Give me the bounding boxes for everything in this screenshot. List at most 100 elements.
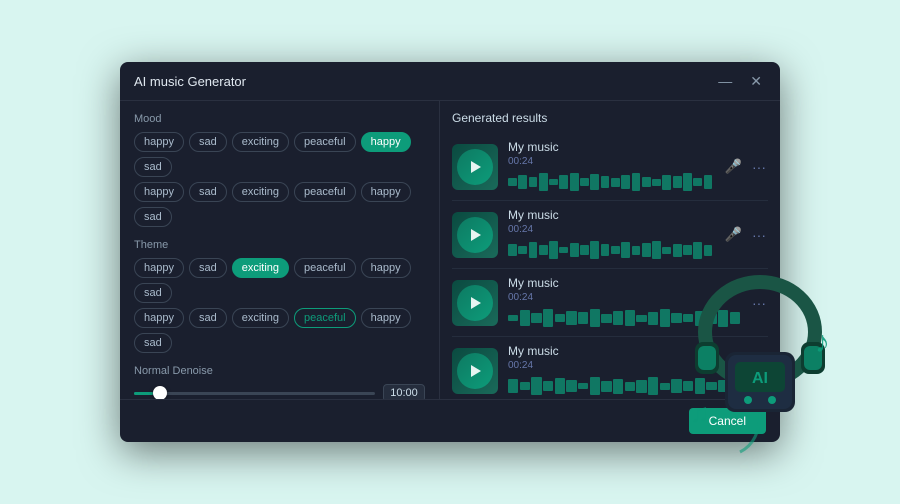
music-thumbnail — [452, 212, 498, 258]
waveform-bar — [570, 243, 579, 257]
mood-tag[interactable]: peaceful — [294, 182, 356, 202]
theme-tag-active[interactable]: exciting — [232, 258, 289, 278]
waveform-bar — [529, 177, 538, 187]
denoise-section: Normal Denoise 10:00 00:10 60:00 — [134, 365, 425, 399]
play-icon — [471, 365, 481, 377]
music-duration: 00:24 — [508, 360, 740, 371]
theme-tag[interactable]: happy — [134, 258, 184, 278]
mood-tag[interactable]: happy — [134, 132, 184, 152]
music-thumbnail — [452, 144, 498, 190]
music-actions: 🎤 ··· — [723, 224, 768, 245]
waveform-bar — [648, 312, 658, 325]
minimize-button[interactable]: — — [714, 72, 736, 90]
waveform-bar — [671, 313, 681, 323]
mood-row-2: happy sad exciting peaceful happy sad — [134, 182, 425, 227]
theme-tag[interactable]: sad — [189, 258, 227, 278]
waveform-bar — [704, 175, 713, 189]
waveform-bar — [673, 176, 682, 188]
waveform-bar — [543, 381, 553, 391]
music-thumbnail — [452, 280, 498, 326]
mood-tag[interactable]: peaceful — [294, 132, 356, 152]
music-name: My music — [508, 344, 740, 358]
waveform-bar — [570, 173, 579, 191]
ai-music-dialog: AI music Generator — ✕ Mood happy sad ex… — [120, 62, 780, 442]
waveform-bar — [671, 379, 681, 393]
left-panel: Mood happy sad exciting peaceful happy s… — [120, 101, 440, 399]
close-button[interactable]: ✕ — [746, 72, 766, 90]
denoise-label: Normal Denoise — [134, 365, 425, 377]
svg-text:♪: ♪ — [815, 326, 830, 359]
waveform-bar — [566, 380, 576, 392]
mood-tag[interactable]: exciting — [232, 182, 289, 202]
denoise-slider-thumb[interactable] — [153, 386, 167, 399]
music-actions: ··· — [750, 361, 768, 381]
waveform-bar — [518, 246, 527, 254]
mood-tag[interactable]: happy — [134, 182, 184, 202]
waveform-bar — [642, 177, 651, 187]
waveform-bar — [590, 241, 599, 259]
theme-tag[interactable]: sad — [189, 308, 227, 328]
denoise-value: 10:00 — [383, 384, 425, 399]
more-icon[interactable]: ··· — [750, 293, 768, 313]
more-icon[interactable]: ··· — [750, 157, 768, 177]
mood-label: Mood — [134, 113, 425, 125]
waveform-bar — [520, 310, 530, 326]
waveform-bar — [636, 380, 646, 393]
music-thumb-inner — [457, 353, 493, 389]
waveform-bar — [601, 176, 610, 188]
mic-icon[interactable]: 🎤 — [723, 156, 744, 177]
theme-row-2: happy sad exciting peaceful happy sad — [134, 308, 425, 353]
window-controls: — ✕ — [714, 72, 766, 90]
waveform-bar — [590, 377, 600, 395]
waveform-bar — [508, 315, 518, 321]
cancel-button[interactable]: Cancel — [689, 408, 766, 434]
music-thumb-inner — [457, 217, 493, 253]
theme-tag[interactable]: peaceful — [294, 258, 356, 278]
waveform-bar — [625, 382, 635, 391]
more-icon[interactable]: ··· — [750, 361, 768, 381]
waveform-bar — [555, 314, 565, 322]
mood-tag[interactable]: exciting — [232, 132, 289, 152]
music-actions: ··· — [750, 293, 768, 313]
waveform-bar — [529, 242, 538, 258]
waveform-bar — [539, 173, 548, 191]
music-duration: 00:24 — [508, 292, 740, 303]
music-thumbnail — [452, 348, 498, 394]
mood-tag[interactable]: happy — [361, 182, 411, 202]
waveform-bar — [636, 315, 646, 322]
mic-icon[interactable]: 🎤 — [723, 224, 744, 245]
waveform-bar — [508, 244, 517, 256]
waveform-bar — [693, 242, 702, 259]
waveform-bar — [539, 245, 548, 255]
mood-tag[interactable]: sad — [189, 182, 227, 202]
waveform — [508, 239, 713, 261]
waveform-bar — [601, 314, 611, 323]
results-label: Generated results — [452, 111, 768, 125]
waveform-bar — [508, 379, 518, 393]
theme-tag[interactable]: sad — [134, 283, 172, 303]
theme-tag[interactable]: happy — [361, 308, 411, 328]
waveform — [508, 171, 713, 193]
waveform-bar — [673, 244, 682, 257]
mood-tag[interactable]: sad — [189, 132, 227, 152]
mood-tag[interactable]: sad — [134, 207, 172, 227]
theme-tag[interactable]: exciting — [232, 308, 289, 328]
denoise-slider-track — [134, 392, 375, 395]
theme-tag[interactable]: happy — [361, 258, 411, 278]
mood-tag[interactable]: sad — [134, 157, 172, 177]
waveform-bar — [621, 242, 630, 258]
waveform-bar — [704, 245, 713, 256]
denoise-slider-track-container[interactable] — [134, 383, 375, 399]
theme-tag[interactable]: happy — [134, 308, 184, 328]
theme-tag[interactable]: sad — [134, 333, 172, 353]
theme-tag-active-outline[interactable]: peaceful — [294, 308, 356, 328]
denoise-slider-row: 10:00 — [134, 383, 425, 399]
mood-tag-active[interactable]: happy — [361, 132, 411, 152]
music-item: My music 00:24 ··· — [452, 269, 768, 337]
music-actions: 🎤 ··· — [723, 156, 768, 177]
theme-label: Theme — [134, 239, 425, 251]
play-icon — [471, 297, 481, 309]
bottom-buttons: Cancel — [120, 399, 780, 442]
waveform-bar — [730, 312, 740, 324]
more-icon[interactable]: ··· — [750, 225, 768, 245]
